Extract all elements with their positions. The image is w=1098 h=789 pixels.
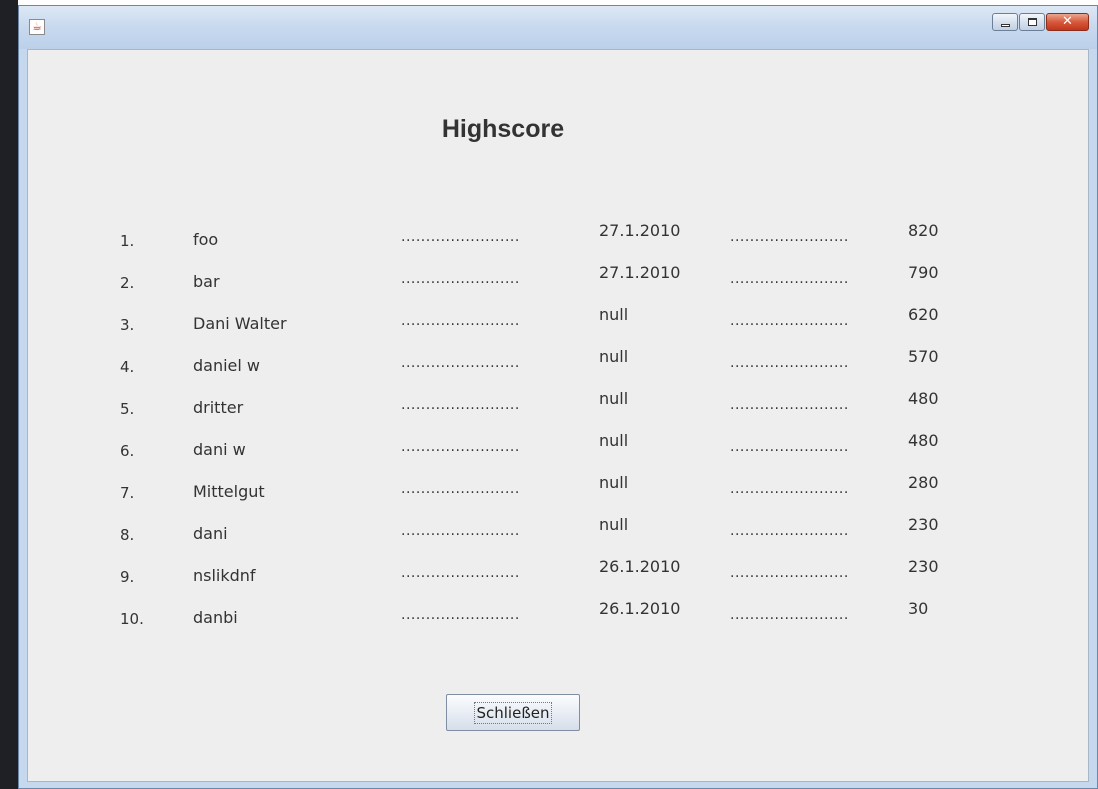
table-row: 2. bar........................ 27.1.2010..… xyxy=(28,262,1090,304)
dot-leader: ........................ xyxy=(401,523,520,539)
close-button[interactable]: Schließen xyxy=(446,694,580,731)
table-row: 1. foo........................ 27.1.2010..… xyxy=(28,220,1090,262)
name-cell: Dani Walter xyxy=(193,314,287,333)
rank-cell: 7. xyxy=(120,484,135,502)
rank-cell: 9. xyxy=(120,568,135,586)
score-cell: 790 xyxy=(908,263,939,282)
dot-leader: ........................ xyxy=(401,439,520,455)
dot-leader: ........................ xyxy=(401,313,520,329)
name-cell: bar xyxy=(193,272,220,291)
table-row: 5. dritter........................ null...… xyxy=(28,388,1090,430)
score-cell: 820 xyxy=(908,221,939,240)
score-cell: 570 xyxy=(908,347,939,366)
dot-leader: ........................ xyxy=(401,607,520,623)
dot-leader: ........................ xyxy=(401,565,520,581)
rank-cell: 1. xyxy=(120,232,135,250)
dot-leader: ........................ xyxy=(730,397,849,413)
name-cell: foo xyxy=(193,230,219,249)
dot-leader: ........................ xyxy=(730,523,849,539)
dot-leader: ........................ xyxy=(401,355,520,371)
date-cell: null xyxy=(599,473,629,492)
name-cell: dritter xyxy=(193,398,244,417)
date-cell: null xyxy=(599,389,629,408)
dot-leader: ........................ xyxy=(401,271,520,287)
dot-leader: ........................ xyxy=(730,271,849,287)
date-cell: 27.1.2010 xyxy=(599,263,681,282)
dot-leader: ........................ xyxy=(730,565,849,581)
score-cell: 480 xyxy=(908,389,939,408)
close-window-button[interactable]: ✕ xyxy=(1046,13,1089,31)
highscore-window: ☕ ✕ Highscore 1. foo.....................… xyxy=(18,5,1098,789)
table-row: 7. Mittelgut........................ null.… xyxy=(28,472,1090,514)
date-cell: null xyxy=(599,305,629,324)
dot-leader: ........................ xyxy=(401,481,520,497)
date-cell: null xyxy=(599,515,629,534)
table-row: 6. dani w........................ null....… xyxy=(28,430,1090,472)
name-cell: nslikdnf xyxy=(193,566,256,585)
maximize-button[interactable] xyxy=(1019,13,1045,31)
name-cell: dani w xyxy=(193,440,246,459)
desktop-edge xyxy=(0,0,18,789)
title-bar[interactable]: ☕ ✕ xyxy=(19,6,1097,49)
score-cell: 280 xyxy=(908,473,939,492)
close-icon: ✕ xyxy=(1062,14,1073,29)
date-cell: null xyxy=(599,431,629,450)
minimize-button[interactable] xyxy=(992,13,1018,31)
dot-leader: ........................ xyxy=(730,607,849,623)
table-row: 8. dani........................ null......… xyxy=(28,514,1090,556)
close-button-label: Schließen xyxy=(474,701,552,724)
dot-leader: ........................ xyxy=(730,481,849,497)
score-cell: 230 xyxy=(908,515,939,534)
date-cell: null xyxy=(599,347,629,366)
score-cell: 620 xyxy=(908,305,939,324)
rank-cell: 4. xyxy=(120,358,135,376)
date-cell: 26.1.2010 xyxy=(599,599,681,618)
maximize-icon xyxy=(1028,18,1037,26)
rank-cell: 3. xyxy=(120,316,135,334)
date-cell: 26.1.2010 xyxy=(599,557,681,576)
table-row: 10. danbi........................ 26.1.201… xyxy=(28,598,1090,640)
page-title: Highscore xyxy=(441,115,565,143)
dot-leader: ........................ xyxy=(401,397,520,413)
rank-cell: 2. xyxy=(120,274,135,292)
java-cup-icon[interactable]: ☕ xyxy=(29,19,45,35)
rank-cell: 5. xyxy=(120,400,135,418)
table-row: 3. Dani Walter........................ nul… xyxy=(28,304,1090,346)
minimize-icon xyxy=(1001,24,1010,27)
window-controls: ✕ xyxy=(992,13,1089,31)
score-cell: 230 xyxy=(908,557,939,576)
rank-cell: 6. xyxy=(120,442,135,460)
rank-cell: 8. xyxy=(120,526,135,544)
score-cell: 30 xyxy=(908,599,929,618)
table-row: 4. daniel w........................ null..… xyxy=(28,346,1090,388)
score-cell: 480 xyxy=(908,431,939,450)
highscore-table: 1. foo........................ 27.1.2010..… xyxy=(28,220,1090,640)
dot-leader: ........................ xyxy=(730,439,849,455)
dot-leader: ........................ xyxy=(730,313,849,329)
name-cell: dani xyxy=(193,524,228,543)
table-row: 9. nslikdnf........................ 26.1.2… xyxy=(28,556,1090,598)
date-cell: 27.1.2010 xyxy=(599,221,681,240)
dot-leader: ........................ xyxy=(730,355,849,371)
name-cell: daniel w xyxy=(193,356,261,375)
rank-cell: 10. xyxy=(120,610,144,628)
name-cell: Mittelgut xyxy=(193,482,265,501)
dot-leader: ........................ xyxy=(401,229,520,245)
content-panel: Highscore 1. foo........................ 2… xyxy=(27,49,1089,782)
dot-leader: ........................ xyxy=(730,229,849,245)
name-cell: danbi xyxy=(193,608,238,627)
